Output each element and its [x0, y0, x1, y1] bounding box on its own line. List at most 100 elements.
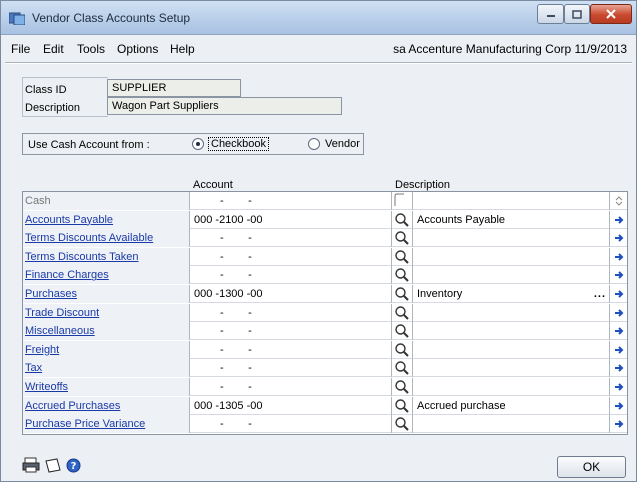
menu-help[interactable]: Help [170, 42, 195, 56]
expand-arrow-icon[interactable] [610, 211, 627, 229]
account-link[interactable]: Terms Discounts Taken [25, 251, 139, 263]
account-input[interactable]: 000 -1300 -00 [190, 285, 392, 303]
ok-button[interactable]: OK [557, 456, 626, 478]
lookup-button[interactable] [392, 192, 412, 210]
expand-arrow-icon[interactable] [610, 248, 627, 266]
table-row: Terms Discounts Available - - [23, 229, 627, 248]
lookup-button[interactable] [392, 359, 412, 377]
note-icon[interactable] [44, 458, 62, 473]
description-cell[interactable]: Accounts Payable [412, 210, 610, 229]
class-id-field[interactable]: SUPPLIER [107, 79, 241, 97]
magnifier-icon [395, 324, 409, 338]
account-link[interactable]: Miscellaneous [25, 325, 95, 337]
help-icon[interactable]: ? [66, 458, 81, 473]
row-label[interactable]: Purchase Price Variance [23, 415, 190, 434]
lookup-button[interactable] [392, 266, 412, 284]
row-label[interactable]: Freight [23, 340, 190, 359]
row-label[interactable]: Finance Charges [23, 266, 190, 285]
maximize-button[interactable] [564, 4, 590, 24]
expand-arrow-icon[interactable] [610, 397, 627, 415]
checkbook-radio[interactable] [192, 138, 204, 150]
lookup-button[interactable] [392, 341, 412, 359]
menu-options[interactable]: Options [117, 42, 158, 56]
row-label[interactable]: Writeoffs [23, 378, 190, 396]
row-label[interactable]: Purchases [23, 285, 190, 303]
lookup-button[interactable] [392, 378, 412, 396]
account-input[interactable]: - - [190, 378, 392, 396]
row-label[interactable]: Terms Discounts Available [23, 229, 190, 248]
magnifier-icon [395, 361, 409, 376]
description-cell[interactable] [412, 322, 610, 341]
description-cell[interactable] [412, 340, 610, 359]
account-input[interactable]: - - [190, 303, 392, 322]
description-cell[interactable] [412, 247, 610, 266]
checkbook-radio-label[interactable]: Checkbook [208, 137, 270, 151]
account-input[interactable]: - - [190, 359, 392, 378]
minimize-button[interactable] [537, 4, 564, 24]
account-input[interactable]: 000 -2100 -00 [190, 210, 392, 229]
description-cell[interactable] [412, 266, 610, 285]
description-cell[interactable] [412, 359, 610, 378]
account-input[interactable]: - - [190, 192, 392, 210]
account-link[interactable]: Accounts Payable [25, 214, 113, 226]
account-link[interactable]: Purchase Price Variance [25, 418, 145, 430]
expand-arrow-icon[interactable] [610, 415, 627, 433]
account-input[interactable]: - - [190, 415, 392, 434]
expand-arrow-icon[interactable] [610, 322, 627, 340]
account-link[interactable]: Terms Discounts Available [25, 232, 153, 244]
expand-arrow-icon[interactable] [610, 266, 627, 284]
scroll-icon[interactable] [610, 192, 627, 210]
lookup-button[interactable] [392, 285, 412, 303]
menu-edit[interactable]: Edit [43, 42, 64, 56]
account-input[interactable]: - - [190, 247, 392, 266]
lookup-button[interactable] [392, 229, 412, 247]
expand-arrow-icon[interactable] [610, 285, 627, 303]
magnifier-icon [395, 380, 409, 394]
user-company-date: sa Accenture Manufacturing Corp 11/9/201… [393, 42, 627, 56]
lookup-button[interactable] [392, 304, 412, 322]
row-label[interactable]: Accrued Purchases [23, 396, 190, 415]
expand-arrow-icon[interactable] [610, 304, 627, 322]
account-input[interactable]: - - [190, 229, 392, 248]
expand-arrow-icon[interactable] [610, 341, 627, 359]
lookup-button[interactable] [392, 397, 412, 415]
description-cell[interactable]: Inventory... [412, 285, 610, 303]
row-label[interactable]: Trade Discount [23, 303, 190, 322]
expand-arrow-icon[interactable] [610, 229, 627, 247]
description-cell[interactable] [412, 303, 610, 322]
lookup-button[interactable] [392, 248, 412, 266]
description-cell[interactable] [412, 415, 610, 434]
lookup-button[interactable] [392, 415, 412, 433]
row-label[interactable]: Terms Discounts Taken [23, 247, 190, 266]
lookup-button[interactable] [392, 322, 412, 340]
account-link[interactable]: Finance Charges [25, 269, 109, 281]
account-input[interactable]: - - [190, 340, 392, 359]
vendor-radio-label[interactable]: Vendor [325, 138, 360, 150]
expand-arrow-icon[interactable] [610, 359, 627, 377]
description-field[interactable]: Wagon Part Suppliers [107, 97, 342, 115]
account-input[interactable]: 000 -1305 -00 [190, 396, 392, 415]
row-label[interactable]: Accounts Payable [23, 210, 190, 229]
account-input[interactable]: - - [190, 322, 392, 341]
printer-icon[interactable] [22, 457, 40, 473]
account-input[interactable]: - - [190, 266, 392, 285]
lookup-button[interactable] [392, 211, 412, 229]
vendor-radio[interactable] [308, 138, 320, 150]
account-link[interactable]: Freight [25, 344, 59, 356]
account-link[interactable]: Tax [25, 362, 42, 374]
account-link[interactable]: Writeoffs [25, 381, 68, 393]
row-label[interactable]: Miscellaneous [23, 322, 190, 341]
close-button[interactable] [590, 4, 632, 24]
description-cell[interactable]: Accrued purchase [412, 396, 610, 415]
description-cell[interactable] [412, 378, 610, 396]
account-link[interactable]: Accrued Purchases [25, 400, 120, 412]
account-link[interactable]: Purchases [25, 288, 77, 300]
account-link[interactable]: Trade Discount [25, 307, 99, 319]
expand-arrow-icon[interactable] [610, 378, 627, 396]
row-label[interactable]: Tax [23, 359, 190, 378]
description-cell[interactable] [412, 229, 610, 248]
ellipsis-button[interactable]: ... [594, 285, 606, 303]
menu-file[interactable]: File [11, 42, 30, 56]
description-cell[interactable] [412, 192, 610, 210]
menu-tools[interactable]: Tools [77, 42, 105, 56]
